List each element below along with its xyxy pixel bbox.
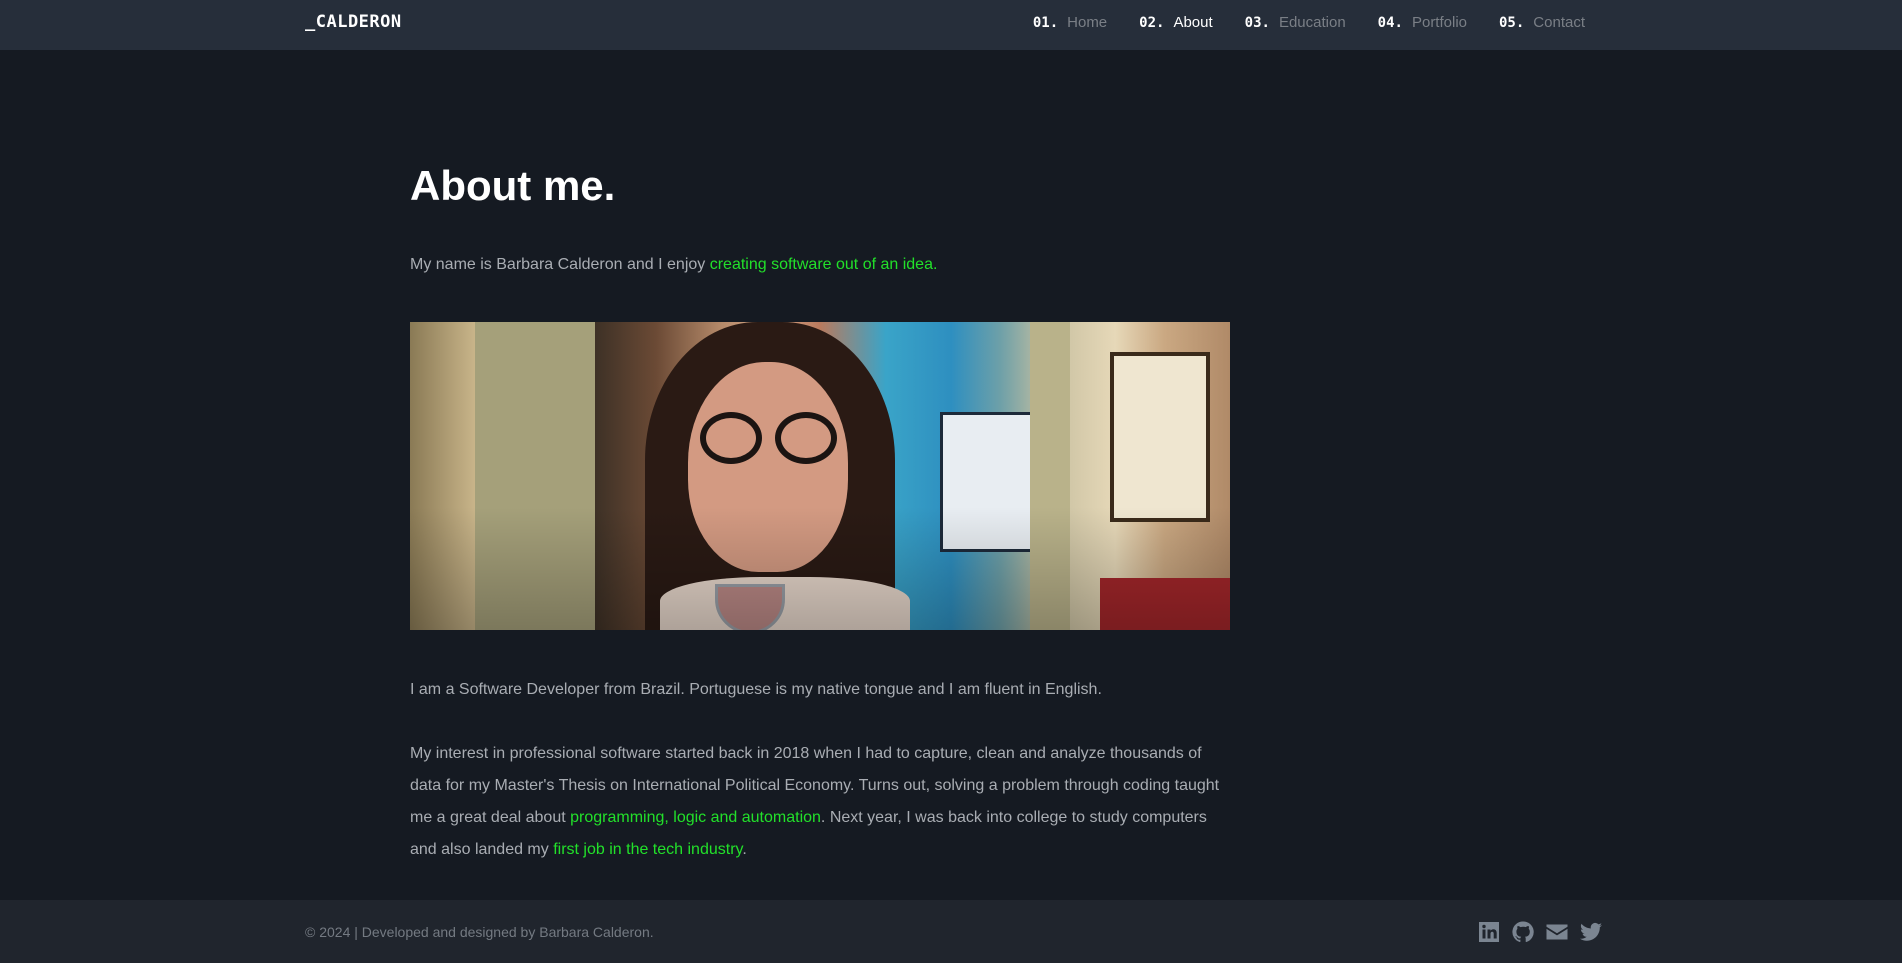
footer: © 2024 | Developed and designed by Barba… — [0, 900, 1902, 963]
story-text-3: . — [742, 841, 747, 858]
nav-label: Home — [1067, 14, 1108, 31]
nav-number: 03. — [1244, 15, 1270, 31]
nav-item-home[interactable]: 01. Home — [1033, 14, 1107, 31]
nav-item-portfolio[interactable]: 04. Portfolio — [1378, 14, 1467, 31]
main-nav: 01. Home 02. About 03. Education 04. Por… — [1033, 14, 1585, 31]
nav-item-contact[interactable]: 05. Contact — [1499, 14, 1585, 31]
top-navbar: _CALDERON 01. Home 02. About 03. Educati… — [0, 0, 1902, 50]
twitter-icon[interactable] — [1579, 920, 1603, 944]
nav-item-about[interactable]: 02. About — [1139, 14, 1213, 31]
story-highlight-1: programming, logic and automation — [570, 809, 821, 826]
photo-shade — [410, 322, 1230, 630]
page-title: About me. — [410, 162, 616, 209]
nav-number: 02. — [1139, 15, 1165, 31]
paragraph-story: My interest in professional software sta… — [410, 738, 1230, 866]
intro-highlight: creating software out of an idea. — [709, 256, 938, 273]
profile-photo — [410, 322, 1230, 630]
email-icon[interactable] — [1545, 920, 1569, 944]
nav-number: 01. — [1032, 15, 1059, 31]
nav-label: About — [1173, 14, 1213, 31]
brand-logo[interactable]: _CALDERON — [305, 12, 402, 32]
intro-text: My name is Barbara Calderon and I enjoy … — [410, 254, 1230, 276]
intro-plain-text: My name is Barbara Calderon and I enjoy — [410, 256, 710, 273]
paragraph-origin: I am a Software Developer from Brazil. P… — [410, 681, 1102, 698]
social-links — [1477, 920, 1603, 944]
copyright-text: © 2024 | Developed and designed by Barba… — [305, 924, 654, 940]
nav-number: 05. — [1499, 15, 1525, 31]
github-icon[interactable] — [1511, 920, 1535, 944]
nav-label: Education — [1278, 14, 1346, 31]
nav-label: Portfolio — [1411, 14, 1467, 31]
linkedin-icon[interactable] — [1477, 920, 1501, 944]
story-highlight-2: first job in the tech industry — [553, 841, 743, 858]
nav-label: Contact — [1533, 14, 1585, 31]
nav-number: 04. — [1377, 15, 1403, 31]
about-section: About me. My name is Barbara Calderon an… — [410, 160, 1230, 866]
nav-item-education[interactable]: 03. Education — [1245, 14, 1346, 31]
